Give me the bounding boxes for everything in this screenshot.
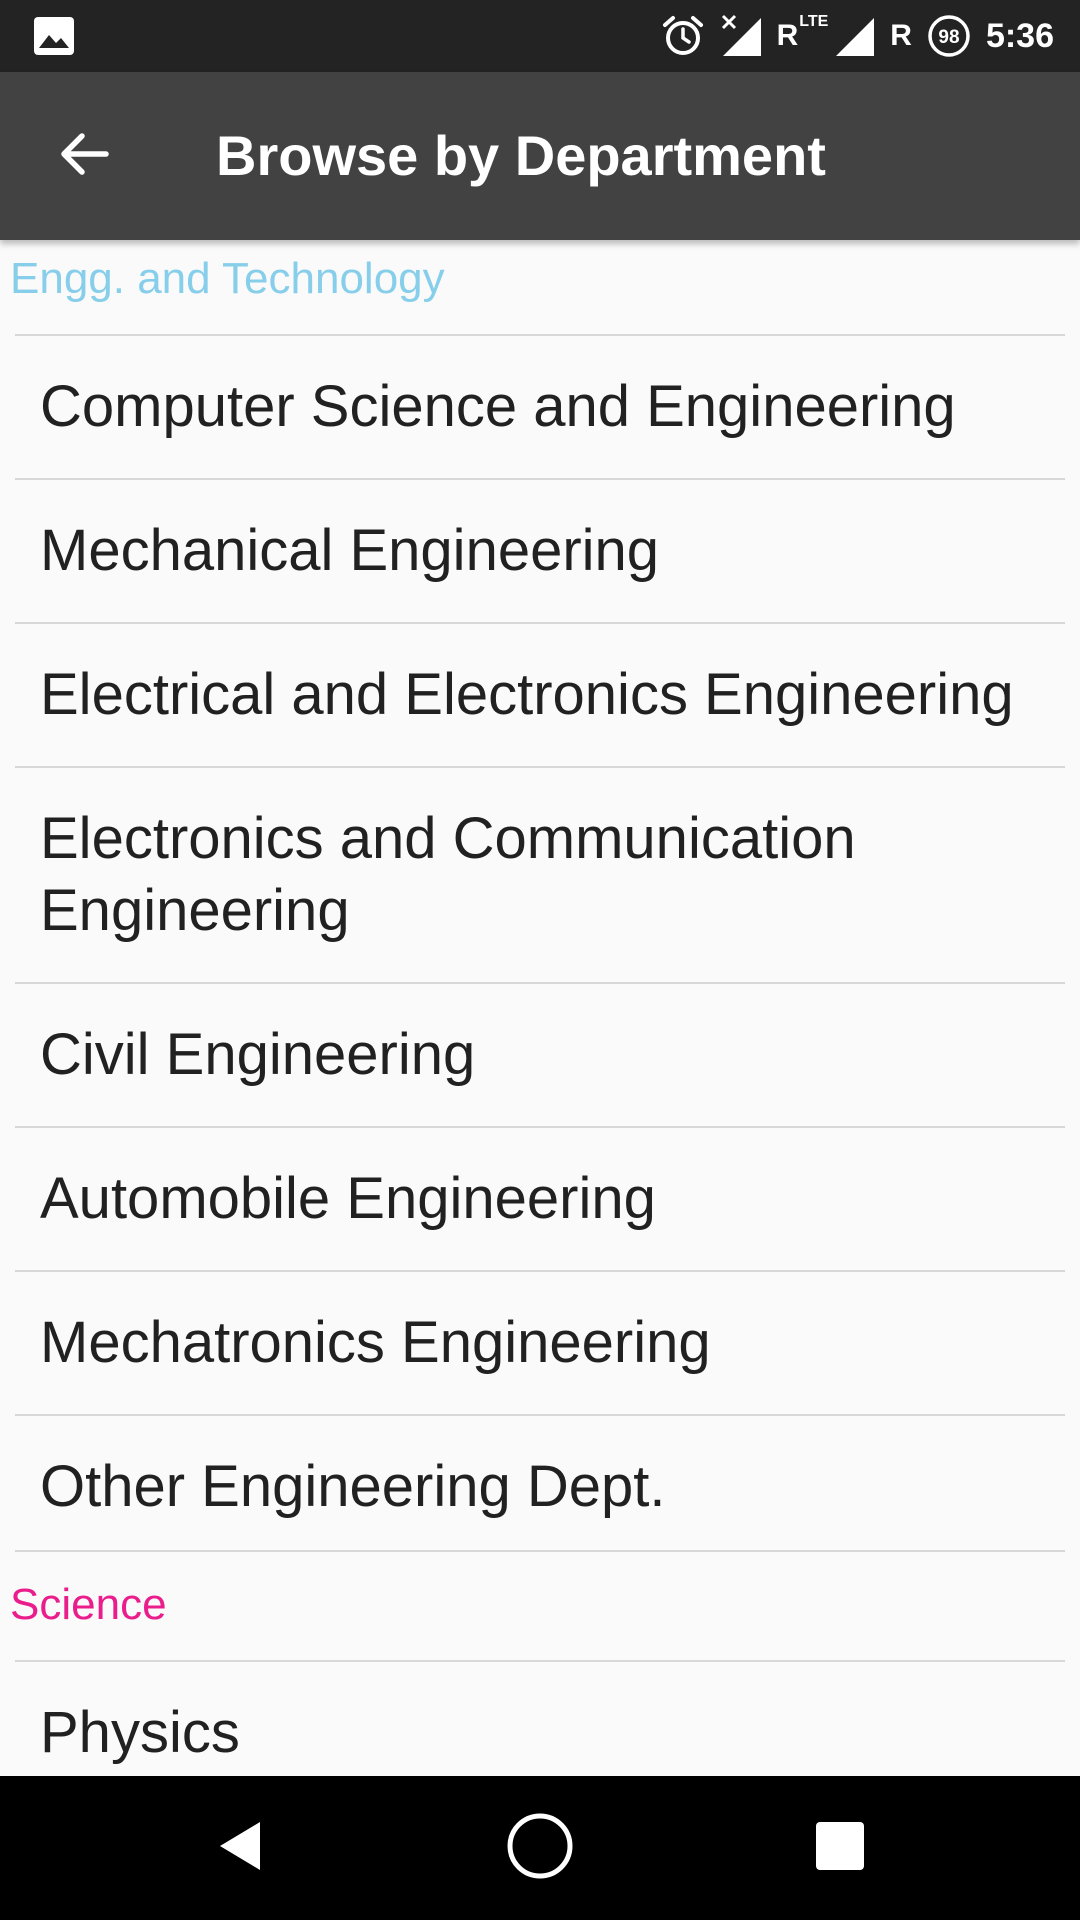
roaming-indicator-2: R	[890, 19, 912, 53]
roaming-indicator: R LTE	[776, 13, 829, 53]
list-item-electrical-electronics[interactable]: Electrical and Electronics Engineering	[15, 624, 1065, 766]
nav-home-icon	[505, 1811, 575, 1886]
back-button[interactable]	[40, 112, 128, 200]
clock: 5:36	[985, 16, 1054, 55]
nav-recents-icon	[814, 1820, 866, 1877]
nav-back-icon	[210, 1816, 270, 1881]
section-header-engg-technology: Engg. and Technology	[10, 254, 445, 303]
battery-saver-icon: 98	[926, 0, 972, 72]
roaming-label: R	[776, 19, 799, 52]
list-item-other-engineering[interactable]: Other Engineering Dept.	[15, 1416, 1065, 1558]
department-list[interactable]: Engg. and Technology Computer Science an…	[0, 240, 1080, 1776]
signal-lte-icon	[832, 0, 876, 72]
list-item-physics[interactable]: Physics	[15, 1662, 1065, 1776]
page-title: Browse by Department	[216, 124, 826, 187]
nav-back-button[interactable]	[190, 1798, 290, 1898]
nav-home-button[interactable]	[490, 1798, 590, 1898]
network-type-label: LTE	[799, 13, 829, 30]
list-item-electronics-communication[interactable]: Electronics and Communication Engineerin…	[15, 768, 1065, 982]
list-item-automobile[interactable]: Automobile Engineering	[15, 1128, 1065, 1270]
list-item-label: Automobile Engineering	[40, 1166, 656, 1231]
app-bar: Browse by Department	[0, 72, 1080, 240]
alarm-icon	[661, 0, 705, 72]
list-item-label: Electronics and Communication Engineerin…	[40, 806, 856, 943]
navigation-bar	[0, 1776, 1080, 1920]
list-item-label: Other Engineering Dept.	[40, 1454, 666, 1519]
list-item-mechanical[interactable]: Mechanical Engineering	[15, 480, 1065, 622]
section-header-science: Science	[10, 1580, 167, 1629]
list-item-label: Civil Engineering	[40, 1022, 476, 1087]
list-item-label: Mechanical Engineering	[40, 518, 660, 583]
image-icon	[34, 17, 74, 55]
list-item-label: Mechatronics Engineering	[40, 1310, 711, 1375]
nav-recents-button[interactable]	[790, 1798, 890, 1898]
list-item-label: Electrical and Electronics Engineering	[40, 662, 1014, 727]
list-item-computer-science[interactable]: Computer Science and Engineering	[15, 336, 1065, 478]
status-bar: R LTE R 98 5:36	[0, 0, 1080, 72]
list-item-label: Computer Science and Engineering	[40, 374, 956, 439]
battery-level: 98	[938, 27, 959, 48]
divider	[15, 1550, 1065, 1552]
status-icons: R LTE R 98 5:36	[661, 0, 1054, 72]
list-item-civil[interactable]: Civil Engineering	[15, 984, 1065, 1126]
list-item-label: Physics	[40, 1700, 240, 1765]
list-item-mechatronics[interactable]: Mechatronics Engineering	[15, 1272, 1065, 1414]
signal-no-service-icon	[719, 0, 763, 72]
roaming-label-2: R	[890, 19, 912, 52]
arrow-back-icon	[56, 126, 112, 187]
